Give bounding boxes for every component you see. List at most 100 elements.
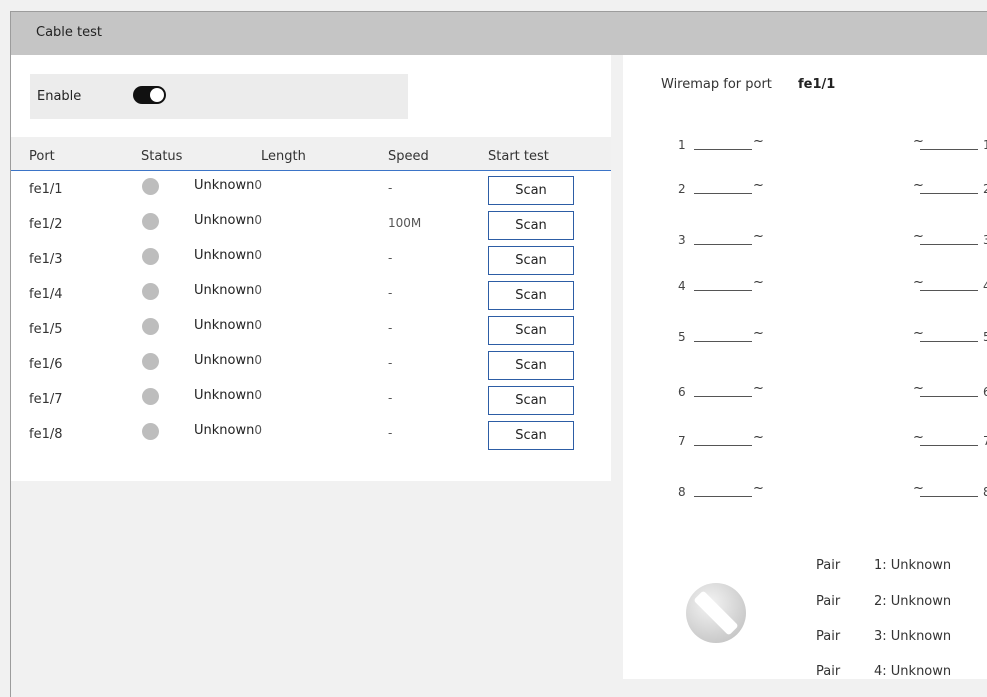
wire-tilde-icon: ~ (913, 178, 924, 193)
speed-value: - (388, 391, 393, 405)
scan-button[interactable]: Scan (488, 351, 574, 380)
pin-number: 6 (678, 385, 686, 399)
pin-number: 4 (983, 279, 987, 293)
wire-line (694, 496, 752, 497)
speed-value: 100M (388, 216, 422, 230)
wire-left: 7 ~ (678, 430, 764, 448)
wire-line (920, 244, 978, 245)
scan-button[interactable]: Scan (488, 281, 574, 310)
length-number: 0 (254, 423, 262, 437)
speed-value: - (388, 251, 393, 265)
table-row: fe1/7 Unknown0 - Scan (11, 382, 611, 417)
pair-value: 1: Unknown (874, 558, 952, 573)
wire-left: 1 ~ (678, 134, 764, 152)
wire-right: ~7 (906, 430, 987, 448)
table-row: fe1/3 Unknown0 - Scan (11, 242, 611, 277)
length-text: Unknown (194, 318, 255, 333)
wire-line (694, 290, 752, 291)
wire-right: ~6 (906, 381, 987, 399)
status-dot-icon (142, 283, 159, 300)
port-name: fe1/2 (29, 217, 63, 232)
table-header: Port Status Length Speed Start test (11, 137, 611, 171)
wire-right: ~4 (906, 275, 987, 293)
length-text: Unknown (194, 213, 255, 228)
length-number: 0 (254, 353, 262, 367)
length-value: Unknown0 (194, 248, 262, 263)
pin-number: 3 (983, 233, 987, 247)
length-value: Unknown0 (194, 213, 262, 228)
table-row: fe1/6 Unknown0 - Scan (11, 347, 611, 382)
length-text: Unknown (194, 283, 255, 298)
wire-line (694, 244, 752, 245)
scan-button[interactable]: Scan (488, 176, 574, 205)
wire-line (920, 193, 978, 194)
length-text: Unknown (194, 388, 255, 403)
length-number: 0 (254, 283, 262, 297)
wire-line (694, 396, 752, 397)
scan-button[interactable]: Scan (488, 386, 574, 415)
length-value: Unknown0 (194, 353, 262, 368)
port-name: fe1/4 (29, 287, 63, 302)
toggle-knob-icon (150, 88, 164, 102)
header-status: Status (141, 149, 183, 164)
length-number: 0 (254, 213, 262, 227)
wire-tilde-icon: ~ (753, 178, 764, 193)
wire-right: ~2 (906, 178, 987, 196)
wire-line (920, 149, 978, 150)
cable-test-window: Cable test Enable Port Status Length Spe… (10, 11, 987, 697)
wire-right: ~5 (906, 326, 987, 344)
pair-label: Pair (816, 558, 841, 573)
disabled-icon (686, 583, 746, 643)
wire-tilde-icon: ~ (913, 326, 924, 341)
scan-button[interactable]: Scan (488, 421, 574, 450)
wire-tilde-icon: ~ (753, 381, 764, 396)
scan-button[interactable]: Scan (488, 246, 574, 275)
scan-button[interactable]: Scan (488, 316, 574, 345)
wire-left: 6 ~ (678, 381, 764, 399)
length-value: Unknown0 (194, 318, 262, 333)
length-text: Unknown (194, 178, 255, 193)
wire-left: 3 ~ (678, 229, 764, 247)
scan-button[interactable]: Scan (488, 211, 574, 240)
port-name: fe1/6 (29, 357, 63, 372)
pair-label: Pair (816, 594, 841, 609)
pin-number: 3 (678, 233, 686, 247)
wire-line (694, 193, 752, 194)
wire-line (694, 341, 752, 342)
length-text: Unknown (194, 353, 255, 368)
status-dot-icon (142, 353, 159, 370)
port-name: fe1/1 (29, 182, 63, 197)
speed-value: - (388, 426, 393, 440)
length-value: Unknown0 (194, 178, 262, 193)
header-port: Port (29, 149, 55, 164)
header-length: Length (261, 149, 306, 164)
wire-tilde-icon: ~ (753, 134, 764, 149)
port-name: fe1/5 (29, 322, 63, 337)
length-number: 0 (254, 248, 262, 262)
pair-label: Pair (816, 629, 841, 644)
pin-number: 1 (983, 138, 987, 152)
wire-line (920, 496, 978, 497)
wire-left: 8 ~ (678, 481, 764, 499)
wire-right: ~8 (906, 481, 987, 499)
wire-line (694, 445, 752, 446)
pin-number: 5 (678, 330, 686, 344)
length-number: 0 (254, 178, 262, 192)
pin-number: 7 (678, 434, 686, 448)
pair-label: Pair (816, 664, 841, 679)
enable-toggle[interactable] (133, 86, 166, 104)
pin-number: 6 (983, 385, 987, 399)
wire-tilde-icon: ~ (913, 381, 924, 396)
window-title: Cable test (36, 25, 103, 40)
pin-number: 2 (983, 182, 987, 196)
wire-right: ~3 (906, 229, 987, 247)
port-name: fe1/7 (29, 392, 63, 407)
table-row: fe1/2 Unknown0 100M Scan (11, 207, 611, 242)
enable-label: Enable (37, 89, 82, 104)
wiremap-panel: Wiremap for port fe1/1 1 ~ ~1 2 ~ ~2 3 ~ ~3 4 ~ ~4 5… (623, 55, 987, 679)
wire-line (920, 396, 978, 397)
speed-value: - (388, 356, 393, 370)
header-speed: Speed (388, 149, 429, 164)
title-bar: Cable test (11, 12, 987, 55)
wiremap-port: fe1/1 (798, 77, 836, 92)
